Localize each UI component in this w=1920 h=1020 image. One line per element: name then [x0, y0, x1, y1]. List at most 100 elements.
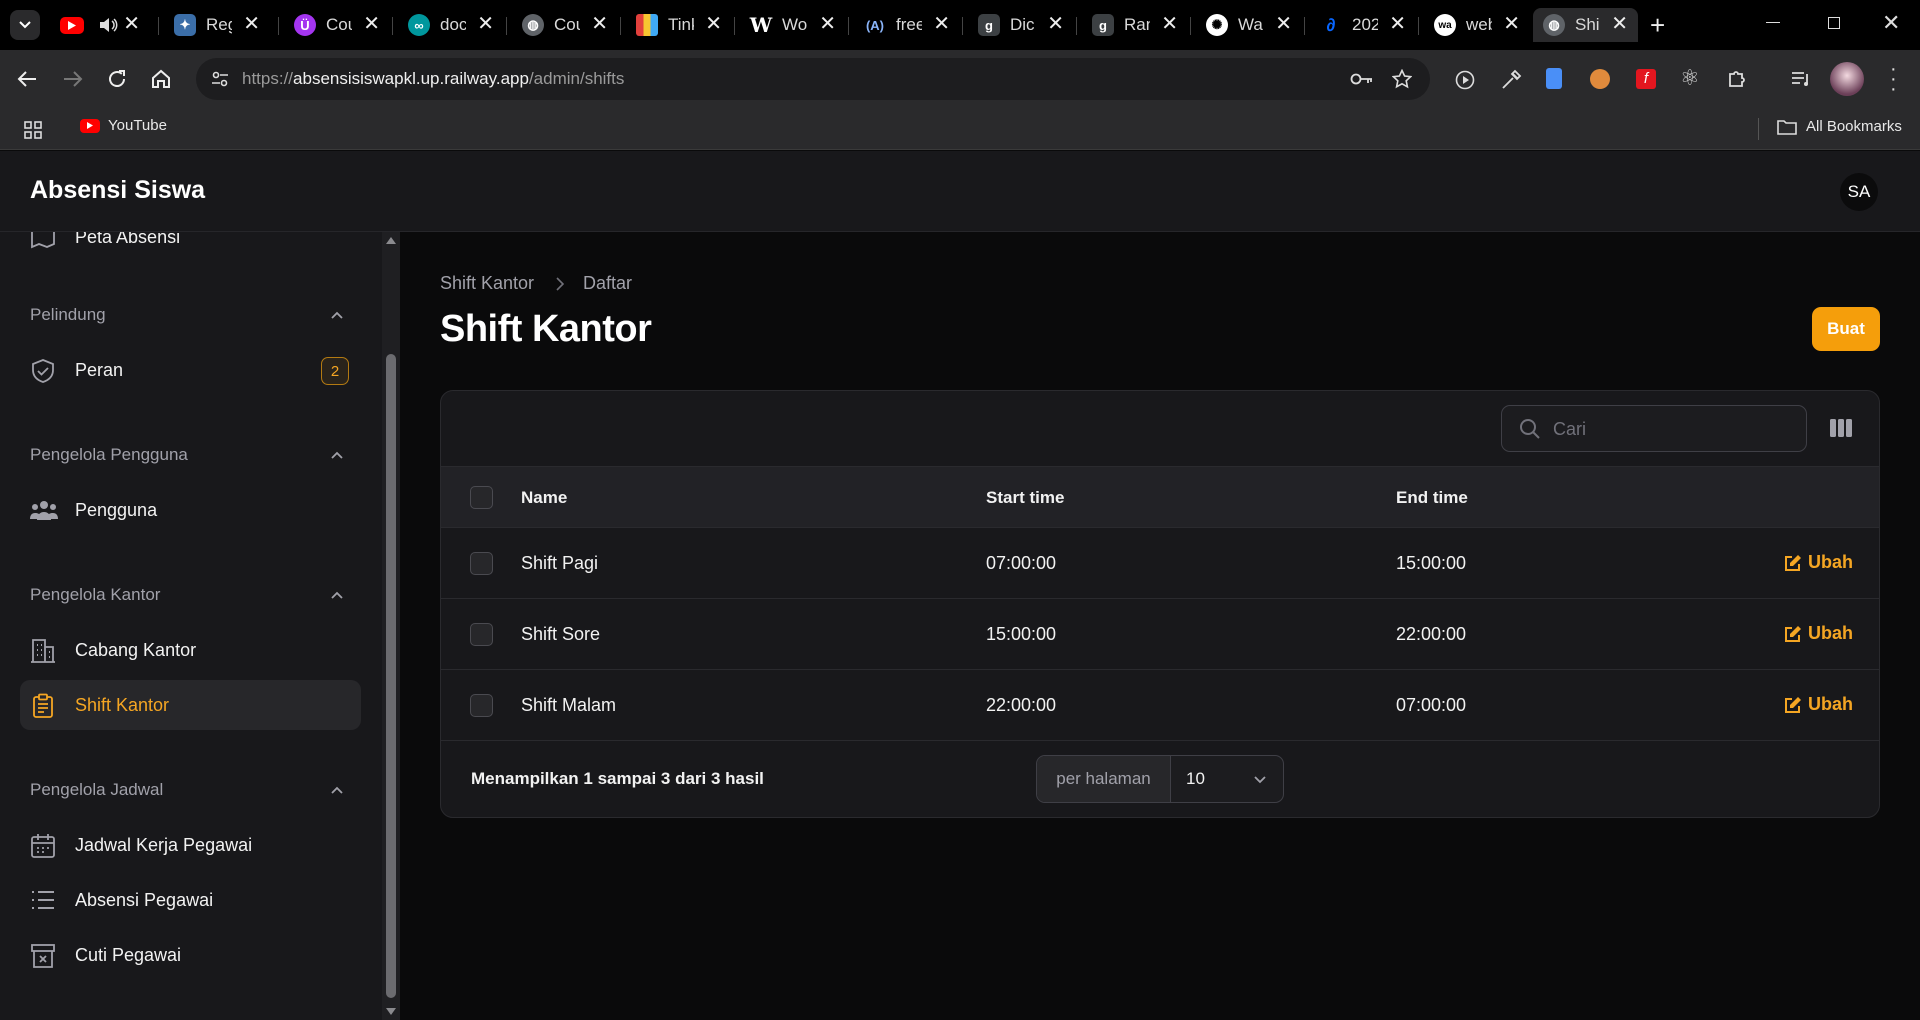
close-window-icon[interactable]: ✕	[1882, 10, 1900, 36]
extensions-puzzle-icon[interactable]	[1726, 68, 1748, 90]
reading-list-icon[interactable]	[1790, 70, 1812, 88]
extension-react-icon[interactable]: ⚛	[1680, 65, 1700, 91]
search-input[interactable]: Cari	[1501, 405, 1807, 452]
building-icon	[31, 639, 55, 663]
restore-window-icon[interactable]	[1828, 17, 1840, 29]
tab-close-icon[interactable]: ✕	[1275, 14, 1292, 34]
sidebar-item-peran[interactable]: Peran 2	[20, 345, 361, 395]
tab-close-icon[interactable]: ✕	[1389, 14, 1406, 34]
sidebar-item-cabang-kantor[interactable]: Cabang Kantor	[20, 625, 361, 675]
browser-tab[interactable]: W Wo ✕	[740, 8, 846, 42]
browser-tab[interactable]: ÜCou✕	[284, 8, 390, 42]
column-header-end-time[interactable]: End time	[1396, 488, 1468, 508]
reload-icon[interactable]	[106, 68, 128, 90]
browser-tab[interactable]: ✕	[50, 8, 150, 42]
browser-tab[interactable]: waweb✕	[1424, 8, 1530, 42]
chevron-up-icon[interactable]	[330, 310, 344, 319]
edit-link[interactable]: Ubah	[1561, 694, 1853, 715]
browser-tab[interactable]: (A) free ✕	[854, 8, 960, 42]
forward-arrow-icon[interactable]	[62, 69, 84, 89]
site-info-icon[interactable]	[210, 69, 230, 89]
tab-close-icon[interactable]: ✕	[123, 14, 140, 34]
breadcrumb-shift-kantor[interactable]: Shift Kantor	[440, 273, 534, 294]
sidebar-item-cuti-pegawai[interactable]: Cuti Pegawai	[20, 930, 361, 980]
tab-close-icon[interactable]: ✕	[933, 14, 950, 34]
row-checkbox[interactable]	[470, 552, 493, 575]
media-control-icon[interactable]	[1454, 69, 1476, 91]
new-tab-plus-icon[interactable]: +	[1650, 10, 1665, 40]
sidebar-scrollbar[interactable]	[382, 232, 400, 1020]
sidebar-item-jadwal-kerja-pegawai[interactable]: Jadwal Kerja Pegawai	[20, 820, 361, 870]
minimize-window-icon[interactable]	[1766, 22, 1780, 23]
scroll-down-arrow-icon[interactable]	[386, 1008, 396, 1016]
table-row[interactable]: Shift Pagi 07:00:00 15:00:00 Ubah	[441, 528, 1879, 599]
address-bar[interactable]: https://absensisiswapkl.up.railway.app/a…	[196, 58, 1430, 100]
browser-tab[interactable]: ∞ doc ✕	[398, 8, 504, 42]
browser-tab[interactable]: g Dic ✕	[968, 8, 1074, 42]
scrollbar-thumb[interactable]	[386, 354, 396, 998]
browser-tab[interactable]: ✺ Wa ✕	[1196, 8, 1302, 42]
star-icon[interactable]	[1392, 69, 1412, 89]
table-row[interactable]: Shift Malam 22:00:00 07:00:00 Ubah	[441, 670, 1879, 741]
row-checkbox[interactable]	[470, 623, 493, 646]
sidebar-item-pengguna[interactable]: Pengguna	[20, 485, 361, 535]
app-brand[interactable]: Absensi Siswa	[30, 176, 205, 205]
tab-close-icon[interactable]: ✕	[363, 14, 380, 34]
table-header: Name Start time End time	[441, 466, 1879, 528]
tab-close-icon[interactable]: ✕	[1611, 14, 1628, 34]
browser-tab-strip: ✕ ✦Reg✕ ÜCou✕ ∞doc✕ ◍Cou✕ Tink✕ WWo✕ (A)…	[0, 0, 1920, 50]
browser-tab[interactable]: ∂ 202 ✕	[1310, 8, 1416, 42]
browser-tab[interactable]: ✦Reg✕	[164, 8, 270, 42]
folder-icon	[1777, 119, 1797, 135]
chevron-up-icon[interactable]	[330, 785, 344, 794]
key-icon[interactable]	[1350, 71, 1374, 87]
clipboard-icon	[33, 693, 53, 718]
per-page-value: 10	[1186, 769, 1205, 788]
edit-icon	[1785, 554, 1801, 571]
row-checkbox[interactable]	[470, 694, 493, 717]
tab-close-icon[interactable]: ✕	[477, 14, 494, 34]
back-arrow-icon[interactable]	[16, 69, 38, 89]
edit-link[interactable]: Ubah	[1561, 623, 1853, 644]
select-all-checkbox[interactable]	[470, 486, 493, 509]
tab-search-button[interactable]	[10, 10, 40, 40]
scroll-up-arrow-icon[interactable]	[386, 236, 396, 244]
kebab-menu-icon[interactable]: · · ·	[1890, 59, 1897, 99]
per-page-select[interactable]: per halaman 10	[1036, 755, 1284, 803]
edit-link[interactable]: Ubah	[1561, 552, 1853, 573]
browser-tab[interactable]: ◍Cou✕	[512, 8, 618, 42]
tab-close-icon[interactable]: ✕	[1047, 14, 1064, 34]
tab-close-icon[interactable]: ✕	[705, 14, 722, 34]
browser-tab-active[interactable]: ◍ Shi ✕	[1533, 8, 1638, 42]
eyedropper-icon[interactable]	[1500, 69, 1522, 91]
create-button[interactable]: Buat	[1812, 307, 1880, 351]
extension-flash-icon[interactable]: f	[1636, 69, 1656, 89]
browser-toolbar: https://absensisiswapkl.up.railway.app/a…	[0, 50, 1920, 108]
chevron-up-icon[interactable]	[330, 450, 344, 459]
table-row[interactable]: Shift Sore 15:00:00 22:00:00 Ubah	[441, 599, 1879, 670]
tab-close-icon[interactable]: ✕	[1503, 14, 1520, 34]
browser-tab[interactable]: Tink✕	[626, 8, 732, 42]
extension-docs-icon[interactable]	[1546, 68, 1562, 89]
tab-close-icon[interactable]: ✕	[591, 14, 608, 34]
profile-avatar[interactable]	[1830, 62, 1864, 96]
column-toggle-icon[interactable]	[1829, 418, 1853, 438]
tab-close-icon[interactable]: ✕	[243, 14, 260, 34]
bookmark-youtube[interactable]: YouTube	[80, 117, 167, 134]
tab-close-icon[interactable]: ✕	[1161, 14, 1178, 34]
tab-close-icon[interactable]: ✕	[819, 14, 836, 34]
all-bookmarks-button[interactable]: All Bookmarks	[1777, 118, 1902, 135]
column-header-start-time[interactable]: Start time	[986, 488, 1064, 508]
browser-tab[interactable]: gRan✕	[1082, 8, 1188, 42]
extension-cookie-icon[interactable]	[1590, 69, 1610, 89]
column-header-name[interactable]: Name	[521, 488, 567, 508]
home-icon[interactable]	[150, 68, 172, 90]
sidebar-item-shift-kantor[interactable]: Shift Kantor	[20, 680, 361, 730]
shift-name: Shift Pagi	[521, 553, 599, 573]
g-icon: g	[1092, 14, 1114, 36]
apps-grid-icon[interactable]	[24, 121, 42, 139]
sidebar-item-absensi-pegawai[interactable]: Absensi Pegawai	[20, 875, 361, 925]
chevron-up-icon[interactable]	[330, 590, 344, 599]
sidebar-item-peta-absensi[interactable]: Peta Absensi	[20, 232, 361, 262]
user-avatar[interactable]: SA	[1840, 173, 1878, 211]
